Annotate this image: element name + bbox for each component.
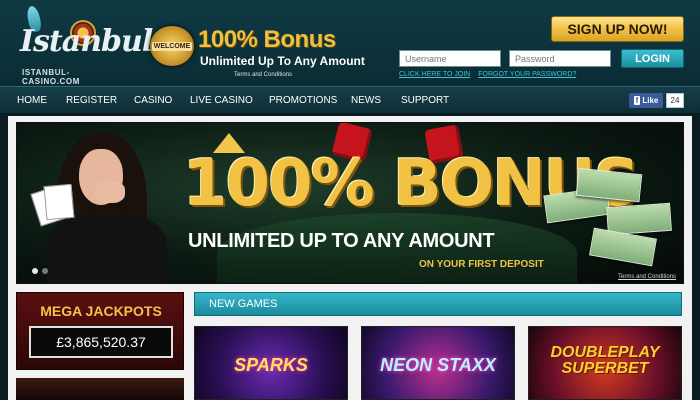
hostess-hand bbox=[95, 181, 125, 203]
hero-subline: UNLIMITED UP TO ANY AMOUNT bbox=[188, 230, 495, 252]
welcome-badge-label: WELCOME bbox=[151, 41, 193, 51]
cash-stack-image bbox=[589, 227, 657, 267]
logo-text: Istanbul bbox=[20, 24, 153, 59]
promo-thumbnail[interactable] bbox=[16, 378, 184, 400]
welcome-badge: WELCOME bbox=[150, 26, 194, 66]
nav-item-promotions[interactable]: PROMOTIONS bbox=[269, 95, 337, 106]
promo-terms-link[interactable]: Terms and Conditions bbox=[234, 72, 292, 78]
hostess-body bbox=[47, 213, 167, 283]
login-button[interactable]: LOGIN bbox=[621, 49, 684, 68]
carousel-dots bbox=[32, 268, 48, 274]
jackpot-amount: £3,865,520.37 bbox=[29, 326, 173, 358]
nav-item-casino[interactable]: CASINO bbox=[134, 95, 172, 106]
nav-item-support[interactable]: SUPPORT bbox=[401, 95, 449, 106]
nav-item-live-casino[interactable]: LIVE CASINO bbox=[190, 95, 253, 106]
game-tile[interactable]: DOUBLEPLAY SUPERBET bbox=[528, 326, 682, 400]
game-title: NEON STAXX bbox=[380, 355, 496, 375]
nav-item-register[interactable]: REGISTER bbox=[66, 95, 117, 106]
auth-links: CLICK HERE TO JOIN FORGOT YOUR PASSWORD? bbox=[399, 71, 582, 78]
carousel-dot[interactable] bbox=[42, 268, 48, 274]
cash-stack-image bbox=[606, 202, 672, 236]
game-title: SPARKS bbox=[234, 355, 308, 375]
game-tile[interactable]: NEON STAXX bbox=[361, 326, 515, 400]
logo-domain: ISTANBUL-CASINO.COM bbox=[22, 68, 80, 86]
hero-tagline: ON YOUR FIRST DEPOSIT bbox=[419, 259, 544, 270]
facebook-icon: f bbox=[633, 96, 641, 105]
game-title: DOUBLEPLAY SUPERBET bbox=[550, 344, 660, 377]
mega-jackpot-panel: MEGA JACKPOTS £3,865,520.37 bbox=[16, 292, 184, 370]
jackpot-title: MEGA JACKPOTS bbox=[40, 303, 162, 319]
facebook-like-button[interactable]: f Like bbox=[629, 93, 663, 108]
forgot-password-link[interactable]: FORGOT YOUR PASSWORD? bbox=[478, 71, 576, 78]
join-link[interactable]: CLICK HERE TO JOIN bbox=[399, 71, 470, 78]
nav-item-home[interactable]: HOME bbox=[17, 95, 47, 106]
nav-item-news[interactable]: NEWS bbox=[351, 95, 381, 106]
promo-title: 100% Bonus bbox=[198, 26, 336, 53]
password-input[interactable] bbox=[509, 50, 611, 67]
signup-button[interactable]: SIGN UP NOW! bbox=[551, 16, 684, 42]
hero-banner[interactable]: 100% BONUS UNLIMITED UP TO ANY AMOUNT ON… bbox=[16, 122, 684, 284]
new-games-title: NEW GAMES bbox=[209, 298, 278, 310]
username-input[interactable] bbox=[399, 50, 501, 67]
site-header: Istanbul ISTANBUL-CASINO.COM WELCOME 100… bbox=[0, 0, 700, 86]
main-nav: HOME REGISTER CASINO LIVE CASINO PROMOTI… bbox=[0, 86, 700, 114]
facebook-like-count: 24 bbox=[666, 93, 684, 108]
hero-terms-link[interactable]: Terms and Conditions bbox=[618, 274, 676, 280]
carousel-dot[interactable] bbox=[32, 268, 38, 274]
game-tile[interactable]: SPARKS bbox=[194, 326, 348, 400]
playing-card-icon bbox=[43, 183, 75, 221]
facebook-like-label: Like bbox=[642, 96, 659, 105]
new-games-header: NEW GAMES bbox=[194, 292, 682, 316]
site-logo[interactable]: Istanbul ISTANBUL-CASINO.COM bbox=[16, 5, 153, 86]
promo-subtitle: Unlimited Up To Any Amount bbox=[200, 54, 365, 68]
